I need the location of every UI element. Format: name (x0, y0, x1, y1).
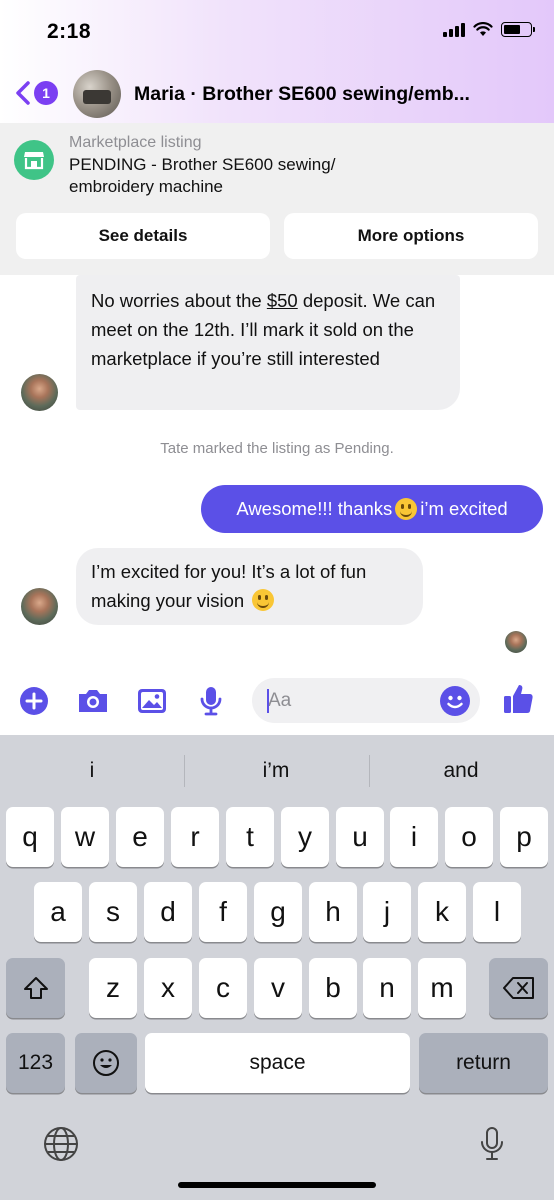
plus-icon[interactable] (16, 683, 52, 719)
key-h[interactable]: h (309, 882, 357, 942)
system-note: Tate marked the listing as Pending. (160, 440, 394, 457)
incoming-message[interactable]: No worries about the $50 deposit. We can… (76, 275, 460, 410)
image-icon[interactable] (134, 683, 170, 719)
key-i[interactable]: i (390, 807, 438, 867)
microphone-icon[interactable] (193, 683, 229, 719)
key-y[interactable]: y (281, 807, 329, 867)
deposit-link[interactable]: $50 (267, 290, 298, 311)
key-j[interactable]: j (363, 882, 411, 942)
emoji-icon[interactable] (437, 683, 473, 719)
key-z[interactable]: z (89, 958, 137, 1018)
key-v[interactable]: v (254, 958, 302, 1018)
key-x[interactable]: x (144, 958, 192, 1018)
space-key[interactable]: space (145, 1033, 410, 1093)
marketplace-shop-icon (14, 140, 54, 180)
listing-label: Marketplace listing (69, 134, 202, 151)
key-f[interactable]: f (199, 882, 247, 942)
key-l[interactable]: l (473, 882, 521, 942)
suggestion-1[interactable]: i (0, 750, 184, 792)
back-button[interactable]: 1 (14, 80, 58, 106)
sender-avatar[interactable] (21, 374, 58, 411)
globe-icon[interactable] (41, 1124, 81, 1164)
suggestion-2[interactable]: i’m (184, 750, 368, 792)
key-e[interactable]: e (116, 807, 164, 867)
read-receipt-avatar (505, 631, 527, 653)
status-icons (443, 22, 535, 37)
key-s[interactable]: s (89, 882, 137, 942)
outgoing-message[interactable]: Awesome!!! thanks i’m excited (201, 485, 543, 533)
wifi-icon (473, 22, 493, 36)
smiley-emoji-icon (252, 589, 275, 611)
status-time: 2:18 (47, 20, 92, 43)
backspace-icon (502, 977, 534, 999)
unread-count-badge: 1 (34, 81, 58, 105)
message-text: Awesome!!! thanks (236, 498, 393, 519)
more-options-button[interactable]: More options (284, 213, 538, 259)
key-o[interactable]: o (445, 807, 493, 867)
dictation-mic-icon[interactable] (472, 1124, 512, 1164)
key-d[interactable]: d (144, 882, 192, 942)
suggestion-3[interactable]: and (369, 750, 553, 792)
numbers-key[interactable]: 123 (6, 1033, 65, 1093)
battery-icon (501, 22, 535, 37)
key-r[interactable]: r (171, 807, 219, 867)
text-caret (267, 689, 269, 713)
key-a[interactable]: a (34, 882, 82, 942)
message-text: I’m excited for you! It’s a lot of fun m… (91, 561, 367, 611)
emoji-keyboard-icon (93, 1050, 119, 1076)
listing-avatar[interactable] (73, 70, 121, 118)
sender-avatar[interactable] (21, 588, 58, 625)
key-c[interactable]: c (199, 958, 247, 1018)
emoji-keyboard-key[interactable] (75, 1033, 137, 1093)
key-u[interactable]: u (336, 807, 384, 867)
key-k[interactable]: k (418, 882, 466, 942)
key-w[interactable]: w (61, 807, 109, 867)
message-text: No worries about the (91, 290, 267, 311)
backspace-key[interactable] (489, 958, 548, 1018)
key-q[interactable]: q (6, 807, 54, 867)
listing-title: PENDING - Brother SE600 sewing/ embroide… (69, 155, 336, 196)
key-p[interactable]: p (500, 807, 548, 867)
smiley-emoji-icon (395, 498, 418, 520)
shift-icon (23, 977, 48, 999)
key-m[interactable]: m (418, 958, 466, 1018)
incoming-message[interactable]: I’m excited for you! It’s a lot of fun m… (76, 548, 423, 625)
conversation-title[interactable]: Maria · Brother SE600 sewing/emb... (134, 83, 470, 106)
signal-icon (443, 22, 465, 37)
home-indicator (178, 1182, 376, 1188)
message-text: i’m excited (420, 498, 508, 519)
return-key[interactable]: return (419, 1033, 548, 1093)
back-chevron-icon (16, 81, 30, 105)
key-n[interactable]: n (363, 958, 411, 1018)
thumbs-up-icon[interactable] (500, 681, 536, 717)
key-b[interactable]: b (309, 958, 357, 1018)
key-g[interactable]: g (254, 882, 302, 942)
shift-key[interactable] (6, 958, 65, 1018)
see-details-button[interactable]: See details (16, 213, 270, 259)
camera-icon[interactable] (75, 683, 111, 719)
key-t[interactable]: t (226, 807, 274, 867)
